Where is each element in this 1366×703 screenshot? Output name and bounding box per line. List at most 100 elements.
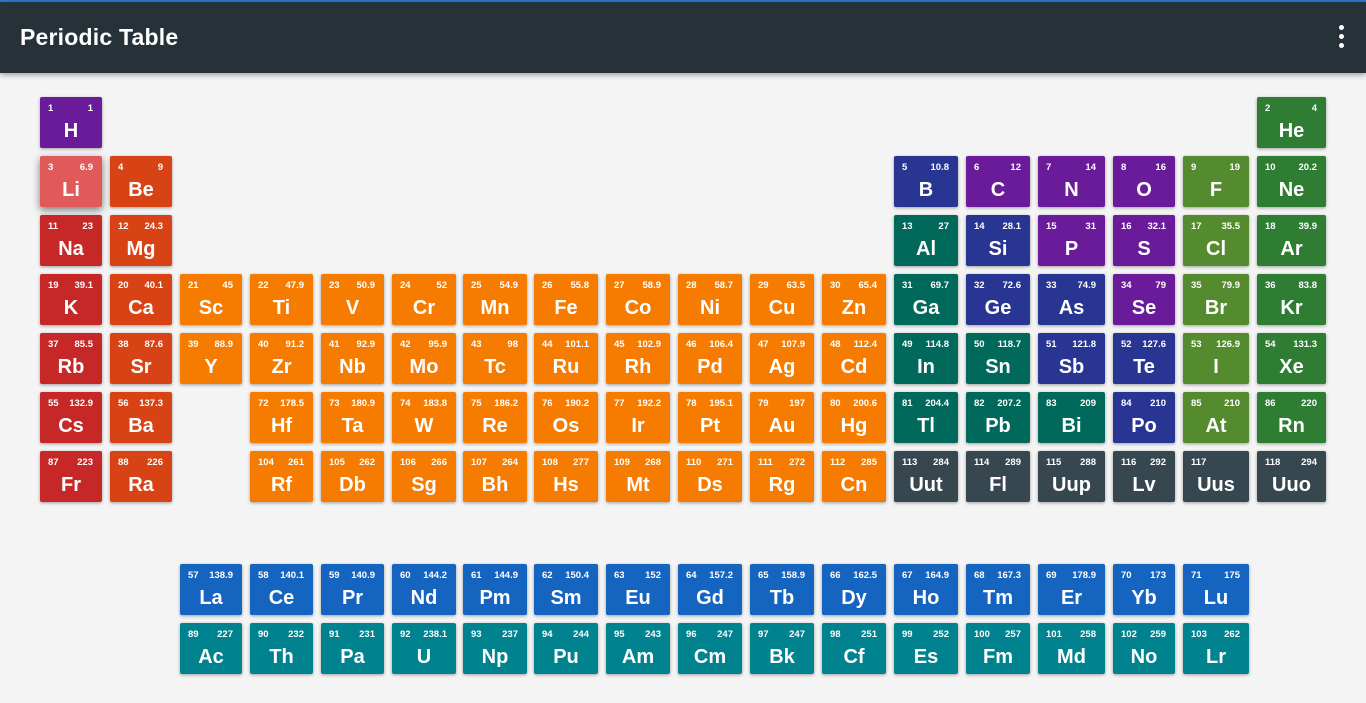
element-tile-gd[interactable]: 64 157.2 Gd <box>678 564 742 615</box>
element-tile-ge[interactable]: 32 72.6 Ge <box>966 274 1030 325</box>
element-tile-na[interactable]: 11 23 Na <box>40 215 102 266</box>
element-tile-sg[interactable]: 106 266 Sg <box>392 451 456 502</box>
element-tile-am[interactable]: 95 243 Am <box>606 623 670 674</box>
element-tile-ca[interactable]: 20 40.1 Ca <box>110 274 172 325</box>
element-tile-ra[interactable]: 88 226 Ra <box>110 451 172 502</box>
element-tile-kr[interactable]: 36 83.8 Kr <box>1257 274 1326 325</box>
element-tile-mn[interactable]: 25 54.9 Mn <box>463 274 527 325</box>
element-tile-ir[interactable]: 77 192.2 Ir <box>606 392 670 443</box>
element-tile-ag[interactable]: 47 107.9 Ag <box>750 333 814 384</box>
element-tile-ac[interactable]: 89 227 Ac <box>180 623 242 674</box>
element-tile-md[interactable]: 101 258 Md <box>1038 623 1105 674</box>
element-tile-h[interactable]: 1 1H <box>40 97 102 148</box>
element-tile-nb[interactable]: 41 92.9 Nb <box>321 333 384 384</box>
element-tile-tb[interactable]: 65 158.9 Tb <box>750 564 814 615</box>
element-tile-no[interactable]: 102 259 No <box>1113 623 1175 674</box>
element-tile-sr[interactable]: 38 87.6 Sr <box>110 333 172 384</box>
element-tile-o[interactable]: 8 16 O <box>1113 156 1175 207</box>
element-tile-y[interactable]: 39 88.9 Y <box>180 333 242 384</box>
element-tile-rb[interactable]: 37 85.5 Rb <box>40 333 102 384</box>
element-tile-w[interactable]: 74 183.8 W <box>392 392 456 443</box>
element-tile-rn[interactable]: 86 220 Rn <box>1257 392 1326 443</box>
element-tile-tl[interactable]: 81 204.4 Tl <box>894 392 958 443</box>
element-tile-f[interactable]: 9 19 F <box>1183 156 1249 207</box>
element-tile-tm[interactable]: 68 167.3 Tm <box>966 564 1030 615</box>
element-tile-lv[interactable]: 116 292 Lv <box>1113 451 1175 502</box>
element-tile-tc[interactable]: 43 98 Tc <box>463 333 527 384</box>
element-tile-b[interactable]: 5 10.8 B <box>894 156 958 207</box>
element-tile-es[interactable]: 99 252 Es <box>894 623 958 674</box>
element-tile-as[interactable]: 33 74.9 As <box>1038 274 1105 325</box>
element-tile-sb[interactable]: 51 121.8 Sb <box>1038 333 1105 384</box>
element-tile-in[interactable]: 49 114.8 In <box>894 333 958 384</box>
element-tile-co[interactable]: 27 58.9 Co <box>606 274 670 325</box>
element-tile-hf[interactable]: 72 178.5 Hf <box>250 392 313 443</box>
element-tile-rf[interactable]: 104 261 Rf <box>250 451 313 502</box>
element-tile-er[interactable]: 69 178.9 Er <box>1038 564 1105 615</box>
element-tile-dy[interactable]: 66 162.5 Dy <box>822 564 886 615</box>
element-tile-cf[interactable]: 98 251 Cf <box>822 623 886 674</box>
element-tile-yb[interactable]: 70 173 Yb <box>1113 564 1175 615</box>
element-tile-si[interactable]: 14 28.1 Si <box>966 215 1030 266</box>
element-tile-cm[interactable]: 96 247 Cm <box>678 623 742 674</box>
element-tile-u[interactable]: 92 238.1 U <box>392 623 456 674</box>
element-tile-he[interactable]: 2 4 He <box>1257 97 1326 148</box>
element-tile-uus[interactable]: 117 Uus <box>1183 451 1249 502</box>
element-tile-ga[interactable]: 31 69.7 Ga <box>894 274 958 325</box>
element-tile-zr[interactable]: 40 91.2 Zr <box>250 333 313 384</box>
element-tile-bh[interactable]: 107 264 Bh <box>463 451 527 502</box>
element-tile-cs[interactable]: 55 132.9 Cs <box>40 392 102 443</box>
element-tile-uup[interactable]: 115 288 Uup <box>1038 451 1105 502</box>
element-tile-cu[interactable]: 29 63.5 Cu <box>750 274 814 325</box>
element-tile-sm[interactable]: 62 150.4 Sm <box>534 564 598 615</box>
element-tile-pd[interactable]: 46 106.4 Pd <box>678 333 742 384</box>
element-tile-li[interactable]: 3 6.9 Li <box>40 156 102 207</box>
element-tile-br[interactable]: 35 79.9 Br <box>1183 274 1249 325</box>
element-tile-fr[interactable]: 87 223 Fr <box>40 451 102 502</box>
element-tile-ar[interactable]: 18 39.9 Ar <box>1257 215 1326 266</box>
element-tile-fe[interactable]: 26 55.8 Fe <box>534 274 598 325</box>
element-tile-uuo[interactable]: 118 294 Uuo <box>1257 451 1326 502</box>
element-tile-n[interactable]: 7 14 N <box>1038 156 1105 207</box>
element-tile-rg[interactable]: 111 272 Rg <box>750 451 814 502</box>
element-tile-ru[interactable]: 44 101.1 Ru <box>534 333 598 384</box>
element-tile-mt[interactable]: 109 268 Mt <box>606 451 670 502</box>
element-tile-ni[interactable]: 28 58.7 Ni <box>678 274 742 325</box>
element-tile-sn[interactable]: 50 118.7 Sn <box>966 333 1030 384</box>
element-tile-sc[interactable]: 21 45 Sc <box>180 274 242 325</box>
element-tile-zn[interactable]: 30 65.4 Zn <box>822 274 886 325</box>
element-tile-p[interactable]: 15 31 P <box>1038 215 1105 266</box>
element-tile-cl[interactable]: 17 35.5 Cl <box>1183 215 1249 266</box>
element-tile-c[interactable]: 6 12 C <box>966 156 1030 207</box>
element-tile-db[interactable]: 105 262 Db <box>321 451 384 502</box>
element-tile-cn[interactable]: 112 285 Cn <box>822 451 886 502</box>
element-tile-bi[interactable]: 83 209 Bi <box>1038 392 1105 443</box>
element-tile-lu[interactable]: 71 175 Lu <box>1183 564 1249 615</box>
element-tile-i[interactable]: 53 126.9 I <box>1183 333 1249 384</box>
element-tile-xe[interactable]: 54 131.3 Xe <box>1257 333 1326 384</box>
element-tile-uut[interactable]: 113 284 Uut <box>894 451 958 502</box>
element-tile-nd[interactable]: 60 144.2 Nd <box>392 564 456 615</box>
element-tile-ne[interactable]: 10 20.2 Ne <box>1257 156 1326 207</box>
element-tile-hs[interactable]: 108 277 Hs <box>534 451 598 502</box>
element-tile-pr[interactable]: 59 140.9 Pr <box>321 564 384 615</box>
element-tile-mg[interactable]: 12 24.3 Mg <box>110 215 172 266</box>
element-tile-pb[interactable]: 82 207.2 Pb <box>966 392 1030 443</box>
element-tile-k[interactable]: 19 39.1 K <box>40 274 102 325</box>
element-tile-os[interactable]: 76 190.2 Os <box>534 392 598 443</box>
element-tile-ds[interactable]: 110 271 Ds <box>678 451 742 502</box>
element-tile-hg[interactable]: 80 200.6 Hg <box>822 392 886 443</box>
element-tile-rh[interactable]: 45 102.9 Rh <box>606 333 670 384</box>
element-tile-ce[interactable]: 58 140.1 Ce <box>250 564 313 615</box>
element-tile-au[interactable]: 79 197 Au <box>750 392 814 443</box>
element-tile-v[interactable]: 23 50.9 V <box>321 274 384 325</box>
element-tile-pu[interactable]: 94 244 Pu <box>534 623 598 674</box>
element-tile-lr[interactable]: 103 262 Lr <box>1183 623 1249 674</box>
element-tile-s[interactable]: 16 32.1 S <box>1113 215 1175 266</box>
element-tile-re[interactable]: 75 186.2 Re <box>463 392 527 443</box>
element-tile-mo[interactable]: 42 95.9 Mo <box>392 333 456 384</box>
element-tile-ho[interactable]: 67 164.9 Ho <box>894 564 958 615</box>
element-tile-fl[interactable]: 114 289 Fl <box>966 451 1030 502</box>
element-tile-po[interactable]: 84 210 Po <box>1113 392 1175 443</box>
element-tile-be[interactable]: 4 9 Be <box>110 156 172 207</box>
